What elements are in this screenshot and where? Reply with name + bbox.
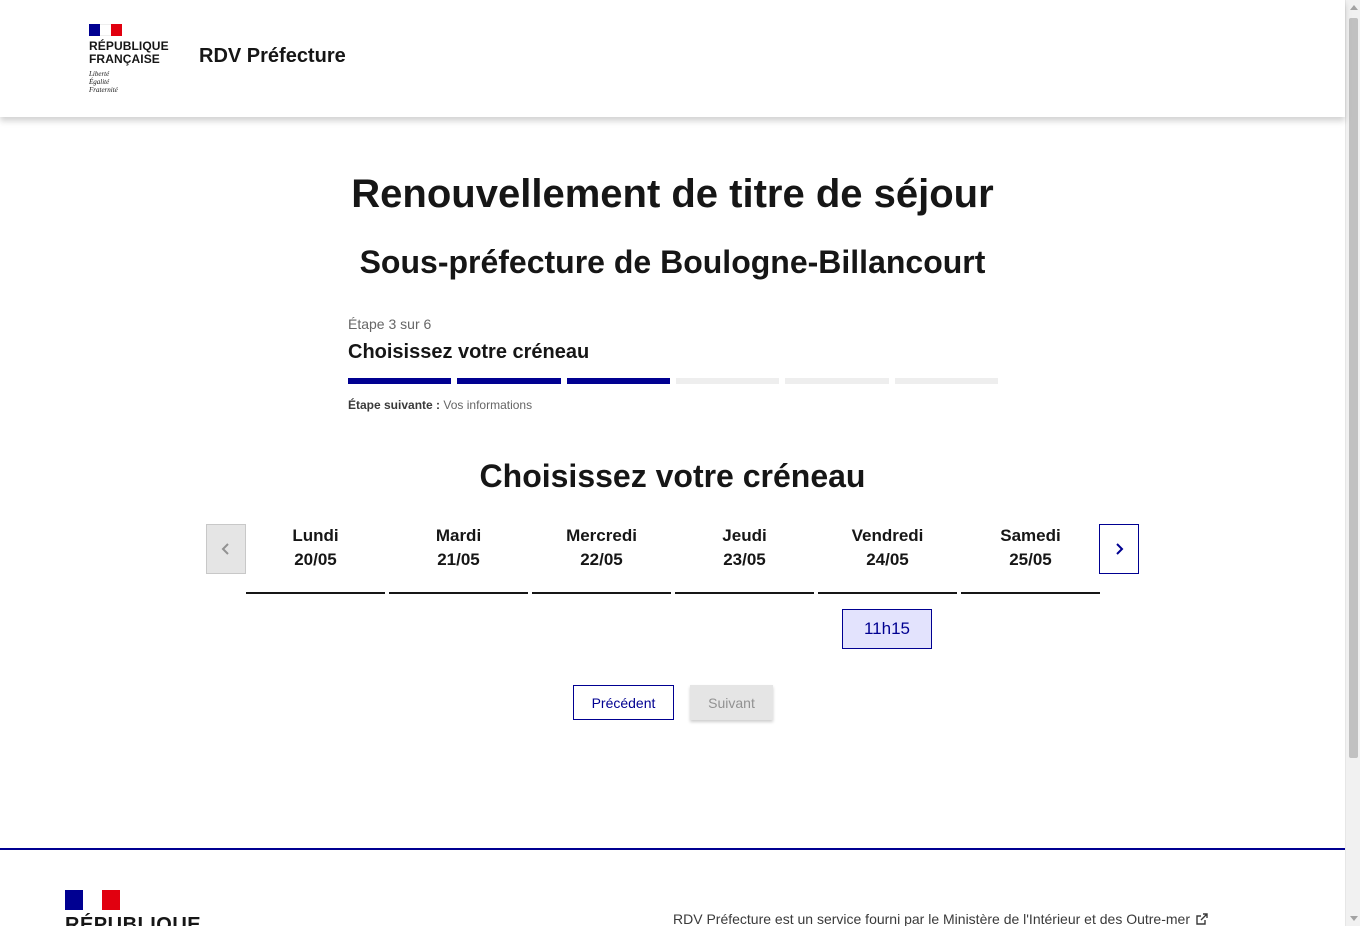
chevron-right-icon — [1116, 543, 1124, 555]
day-name: Mercredi — [566, 526, 637, 545]
step-next: Étape suivante : Vos informations — [348, 398, 998, 412]
step-bar — [348, 378, 452, 384]
chevron-left-icon — [221, 543, 229, 555]
day-column: Mercredi 22/05 — [532, 524, 671, 594]
scroll-up-icon[interactable] — [1350, 5, 1358, 10]
french-flag-icon — [65, 890, 120, 910]
step-bar — [675, 378, 780, 384]
step-count: Étape 3 sur 6 — [348, 316, 432, 332]
day-date: 20/05 — [294, 550, 337, 569]
site-name-link[interactable]: RDV Préfecture — [199, 45, 346, 68]
day-column: Jeudi 23/05 — [675, 524, 814, 594]
step-bar — [785, 378, 889, 384]
day-name: Jeudi — [722, 526, 767, 545]
scrollbar-thumb[interactable] — [1349, 18, 1358, 758]
day-date: 21/05 — [437, 550, 480, 569]
day-name: Vendredi — [851, 526, 924, 545]
external-link-icon — [1196, 913, 1208, 925]
day-name: Mardi — [435, 526, 482, 545]
step-title: Choisissez votre créneau — [348, 341, 590, 363]
step-progress-bar — [348, 378, 998, 384]
french-flag-icon — [89, 24, 122, 36]
step-bar — [566, 378, 670, 384]
calendar-days: Lundi 20/05 Mardi 21/05 Mercredi 22/05 Jeudi 23… — [246, 524, 1100, 594]
time-slot-button[interactable]: 11h15 — [842, 609, 932, 649]
day-column: Samedi 25/05 — [961, 524, 1100, 594]
day-name: Samedi — [1000, 526, 1061, 545]
step-bar — [894, 378, 998, 384]
day-date: 24/05 — [866, 550, 909, 569]
stepper: Étape 3 sur 6 Choisissez votre créneau É… — [348, 316, 998, 412]
site-footer: RÉPUBLIQUE RDV Préfecture est un service… — [0, 848, 1345, 926]
page-subtitle: Sous-préfecture de Boulogne-Billancourt — [359, 244, 986, 280]
scroll-down-icon[interactable] — [1350, 916, 1358, 921]
day-column: Lundi 20/05 — [246, 524, 385, 594]
vertical-scrollbar[interactable] — [1345, 0, 1360, 926]
motto-fraternite: Fraternité — [89, 86, 118, 94]
next-button[interactable]: Suivant — [690, 685, 773, 720]
footer-service-text: RDV Préfecture est un service fourni par… — [673, 911, 1190, 926]
day-date: 22/05 — [580, 550, 623, 569]
step-next-label: Étape suivante : — [348, 398, 441, 412]
footer-logo-text: RÉPUBLIQUE — [65, 914, 202, 926]
day-date: 23/05 — [723, 550, 766, 569]
day-name: Lundi — [292, 526, 339, 545]
calendar-title: Choisissez votre créneau — [479, 458, 866, 494]
day-column: Mardi 21/05 — [389, 524, 528, 594]
next-week-button[interactable] — [1099, 524, 1139, 574]
step-next-value: Vos informations — [443, 398, 533, 412]
page-title: Renouvellement de titre de séjour — [351, 172, 994, 216]
republique-francaise-logo[interactable]: République Française Liberté Égalité Fra… — [89, 24, 179, 94]
step-bar — [457, 378, 561, 384]
previous-week-button[interactable] — [206, 524, 246, 574]
previous-button[interactable]: Précédent — [573, 685, 674, 720]
day-date: 25/05 — [1009, 550, 1052, 569]
motto-liberte: Liberté — [89, 70, 110, 78]
site-header: République Française Liberté Égalité Fra… — [0, 0, 1345, 117]
footer-service-link[interactable]: RDV Préfecture est un service fourni par… — [673, 911, 1208, 926]
motto-egalite: Égalité — [89, 78, 110, 86]
motto: Liberté Égalité Fraternité — [89, 70, 179, 94]
logo-text: République Française — [89, 40, 179, 66]
day-column: Vendredi 24/05 — [818, 524, 957, 594]
logo-line-2: Française — [89, 52, 160, 66]
